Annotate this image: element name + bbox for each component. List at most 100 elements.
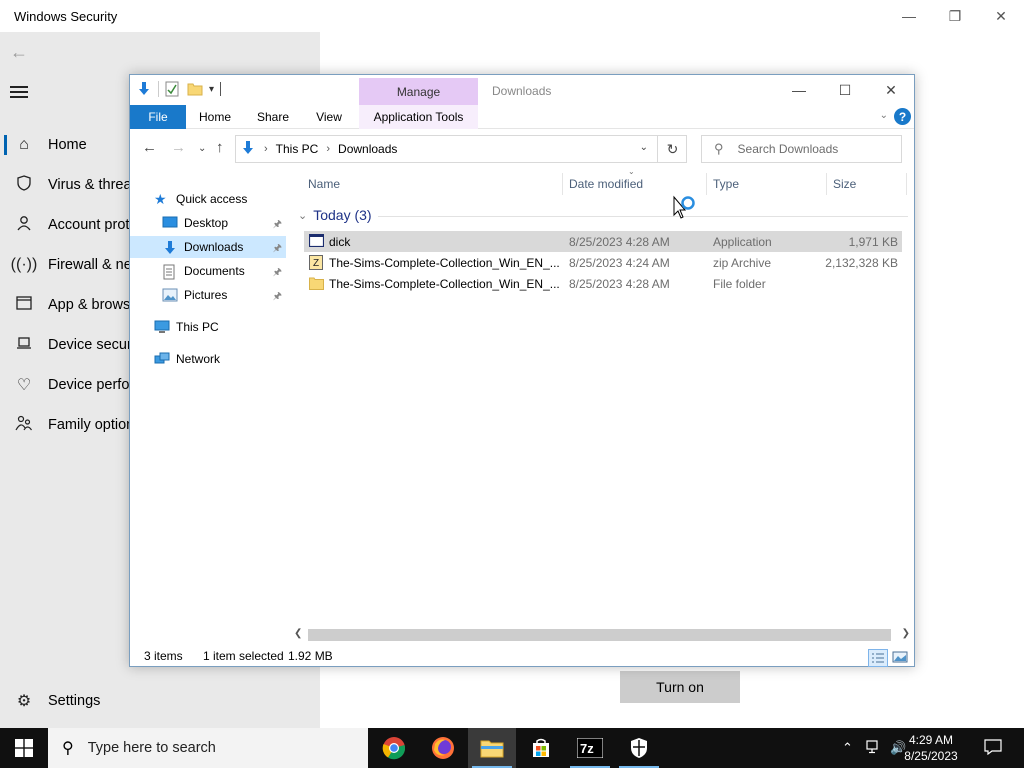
explorer-maximize-button[interactable]: ☐ — [822, 75, 868, 105]
search-input[interactable] — [737, 142, 888, 156]
group-divider — [378, 216, 908, 217]
help-icon[interactable]: ? — [894, 108, 911, 125]
table-row[interactable]: dick 8/25/2023 4:28 AM Application 1,971… — [304, 231, 902, 252]
explorer-minimize-button[interactable]: — — [776, 75, 822, 105]
column-header-size[interactable]: Size — [833, 177, 856, 191]
7zip-icon[interactable]: 7z — [566, 728, 614, 768]
taskbar-clock[interactable]: 4:29 AM 8/25/2023 — [896, 732, 966, 764]
expand-ribbon-icon[interactable]: ⌄ — [880, 110, 888, 121]
new-folder-icon[interactable] — [187, 81, 203, 97]
microsoft-store-icon[interactable] — [517, 728, 565, 768]
nav-label: Network — [176, 352, 221, 366]
family-icon — [0, 415, 48, 436]
scroll-left-icon[interactable]: ❮ — [294, 628, 302, 639]
explorer-window-title: Downloads — [492, 84, 552, 98]
nav-label: Downloads — [184, 240, 244, 254]
forward-button[interactable]: → — [171, 139, 186, 156]
taskbar-search-box[interactable]: ⚲ Type here to search — [48, 728, 368, 768]
file-date: 8/25/2023 4:28 AM — [569, 277, 670, 291]
nav-desktop[interactable]: Desktop 🖈 — [130, 212, 286, 234]
ws-settings-label: Settings — [48, 693, 101, 709]
column-divider[interactable] — [706, 173, 707, 195]
download-arrow-icon — [136, 81, 152, 97]
star-icon: ★ — [154, 191, 167, 207]
nav-this-pc[interactable]: This PC — [154, 316, 286, 338]
downloads-icon — [162, 240, 178, 254]
minimize-button[interactable]: — — [886, 0, 932, 32]
nav-pictures[interactable]: Pictures 🖈 — [130, 284, 286, 306]
taskbar-search-placeholder: Type here to search — [87, 740, 216, 756]
tab-home[interactable]: Home — [192, 105, 238, 129]
application-icon — [308, 233, 325, 248]
nav-downloads[interactable]: Downloads 🖈 — [130, 236, 286, 258]
column-header-type[interactable]: Type — [713, 177, 739, 191]
restore-button[interactable]: ❐ — [932, 0, 978, 32]
properties-icon[interactable] — [165, 81, 181, 97]
table-row[interactable]: The-Sims-Complete-Collection_Win_EN_... … — [304, 273, 902, 294]
column-divider[interactable] — [906, 173, 907, 195]
heart-icon: ♡ — [16, 377, 32, 394]
file-date: 8/25/2023 4:24 AM — [569, 256, 670, 270]
breadcrumb-downloads[interactable]: Downloads — [338, 142, 397, 156]
scrollbar-thumb[interactable] — [308, 629, 891, 641]
scroll-right-icon[interactable]: ❯ — [902, 628, 910, 639]
navigation-pane: ★ Quick access Desktop 🖈 Downloads 🖈 Doc… — [130, 183, 290, 643]
back-button[interactable]: ← — [142, 139, 157, 156]
collapse-chevron-icon[interactable]: ⌄ — [298, 209, 307, 222]
table-row[interactable]: Z The-Sims-Complete-Collection_Win_EN_..… — [304, 252, 902, 273]
details-view-icon[interactable] — [868, 649, 888, 667]
group-header[interactable]: ⌄ Today (3) — [298, 207, 372, 223]
ws-nav-label: Device perfor — [48, 377, 135, 393]
svg-text:7z: 7z — [580, 741, 594, 756]
network-icon[interactable] — [866, 740, 882, 757]
ribbon-tabs: File Home Share View Application Tools ⌄… — [130, 105, 914, 129]
tab-share[interactable]: Share — [250, 105, 296, 129]
downloads-location-icon — [240, 140, 256, 159]
recent-locations-icon[interactable]: ⌄ — [198, 143, 206, 154]
hamburger-menu-icon[interactable] — [10, 86, 30, 100]
refresh-button[interactable]: ↻ — [657, 135, 687, 163]
pin-icon[interactable]: 🖈 — [273, 217, 282, 234]
back-arrow-icon[interactable]: ← — [10, 42, 28, 63]
up-button[interactable]: ↑ — [216, 139, 224, 156]
tab-application-tools[interactable]: Application Tools — [359, 105, 478, 129]
breadcrumb-this-pc[interactable]: This PC — [276, 142, 319, 156]
nav-quick-access[interactable]: ★ Quick access — [154, 188, 286, 210]
chrome-icon[interactable] — [370, 728, 418, 768]
close-button[interactable]: ✕ — [978, 0, 1024, 32]
search-box[interactable]: ⚲ — [701, 135, 902, 163]
pin-icon[interactable]: 🖈 — [273, 241, 282, 258]
show-hidden-icons-icon[interactable]: ⌃ — [842, 740, 853, 756]
column-divider[interactable] — [562, 173, 563, 195]
computer-icon — [154, 320, 170, 334]
notification-icon[interactable] — [984, 739, 1002, 758]
nav-network[interactable]: Network — [154, 348, 286, 370]
tab-manage[interactable]: Manage — [359, 78, 478, 105]
tab-file[interactable]: File — [130, 105, 186, 129]
column-header-name[interactable]: Name — [308, 177, 340, 191]
column-divider[interactable] — [826, 173, 827, 195]
nav-documents[interactable]: Documents 🖈 — [130, 260, 286, 282]
horizontal-scrollbar[interactable]: ❮ ❯ — [292, 628, 914, 642]
windows-start-icon[interactable] — [0, 728, 48, 768]
turn-on-button[interactable]: Turn on — [620, 671, 740, 703]
group-header-label: Today (3) — [313, 207, 372, 223]
firefox-icon[interactable] — [419, 728, 467, 768]
pin-icon[interactable]: 🖈 — [273, 265, 282, 282]
file-explorer-icon[interactable] — [468, 728, 516, 768]
network-icon — [154, 352, 170, 366]
ws-nav-settings[interactable]: ⚙ Settings — [0, 681, 320, 721]
file-type: Application — [713, 235, 772, 249]
qat-customize-icon[interactable]: ▾ — [209, 84, 214, 95]
address-dropdown-icon[interactable]: ⌄ — [640, 142, 648, 153]
pin-icon[interactable]: 🖈 — [273, 289, 282, 306]
tab-view[interactable]: View — [306, 105, 352, 129]
explorer-close-button[interactable]: ✕ — [868, 75, 914, 105]
address-bar[interactable]: › This PC › Downloads ⌄ — [235, 135, 687, 163]
large-icons-view-icon[interactable] — [892, 649, 908, 665]
windows-security-icon[interactable] — [615, 728, 663, 768]
file-explorer-window: ▾ Manage Downloads — ☐ ✕ File Home Share… — [129, 74, 915, 667]
clock-time: 4:29 AM — [908, 733, 954, 747]
column-header-date[interactable]: Date modified — [569, 177, 643, 191]
zip-archive-icon: Z — [309, 255, 324, 270]
